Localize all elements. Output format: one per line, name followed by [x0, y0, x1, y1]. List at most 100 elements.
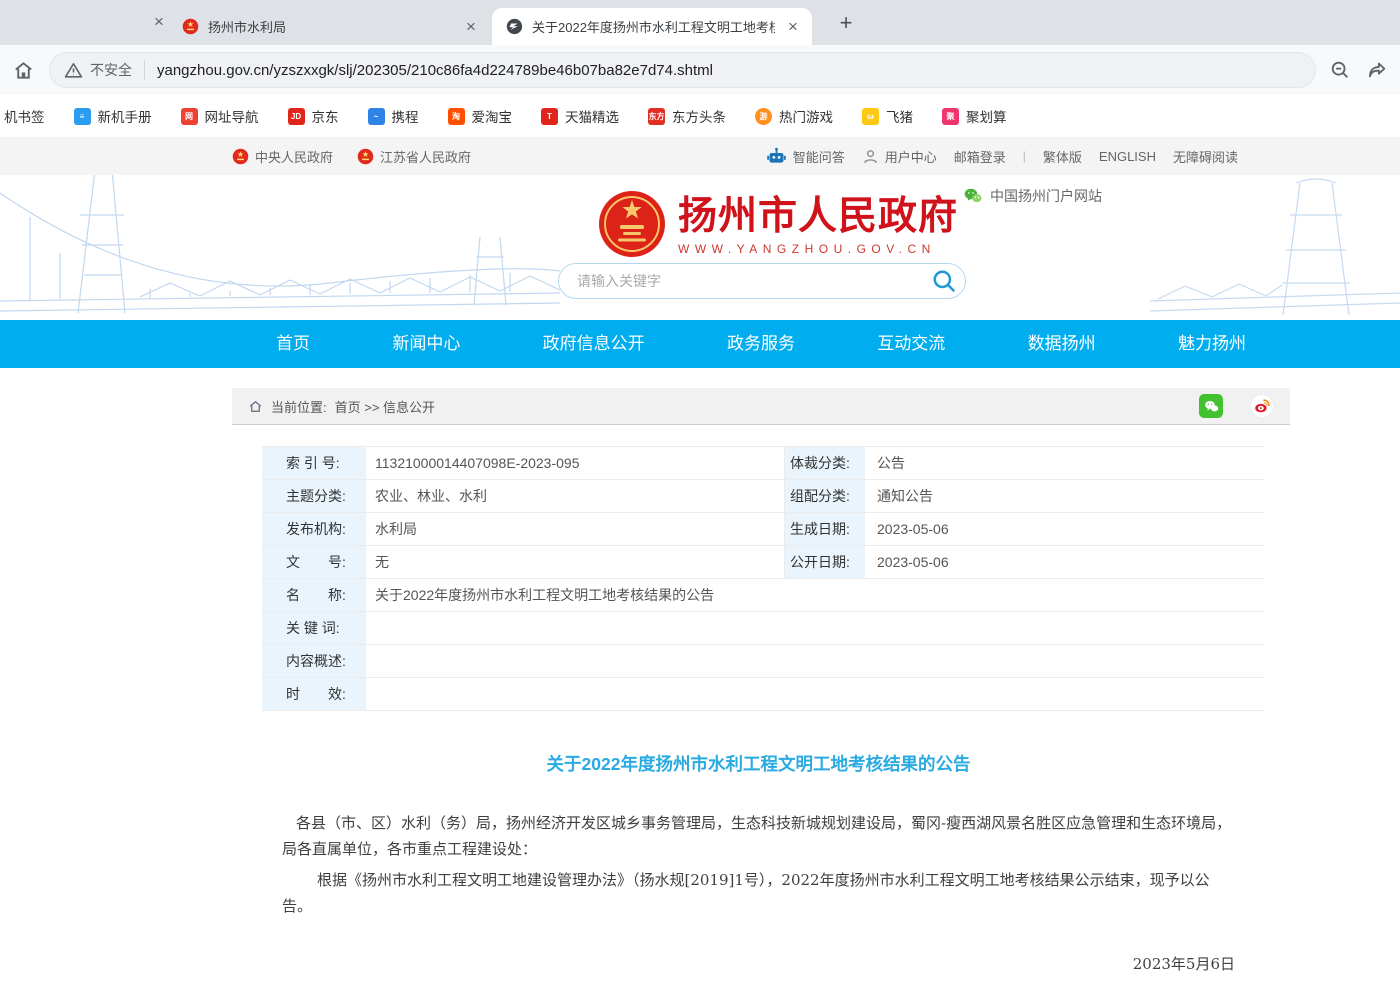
table-row: 索 引 号: 11321000014407098E-2023-095 体裁分类:… [262, 447, 1265, 480]
bookmarks-bar: 机书签 ≡ 新机手册 网 网址导航 JD 京东 ~ 携程 淘 爱淘宝 T 天猫精… [0, 95, 1400, 137]
robot-icon [766, 146, 787, 167]
tab-strip: × 扬州市水利局 × 关于2022年度扬州市水利工程文明工地考核结果的公告 × … [0, 0, 1400, 45]
breadcrumb-home-icon [248, 399, 263, 414]
table-row: 主题分类: 农业、林业、水利 组配分类: 通知公告 [262, 480, 1265, 513]
article-paragraph: 根据《扬州市水利工程文明工地建设管理办法》（扬水规[2019]1号），2022年… [282, 867, 1235, 919]
fliggy-pig-icon: ω [862, 108, 879, 125]
link-jiangsu-gov[interactable]: 江苏省人民政府 [357, 147, 471, 166]
search-bar [558, 263, 966, 299]
article-date: 2023年5月6日 [282, 953, 1235, 974]
bookmark-juhuasuan[interactable]: 聚 聚划算 [942, 106, 1007, 126]
tab-title: 关于2022年度扬州市水利工程文明工地考核结果的公告 [532, 17, 775, 36]
meta-value: 公告 [865, 447, 1265, 479]
bookmark-games[interactable]: 游 热门游戏 [755, 106, 833, 126]
link-user-center[interactable]: 用户中心 [862, 147, 937, 166]
meta-value: 水利局 [367, 513, 785, 545]
link-smart-qa[interactable]: 智能问答 [766, 146, 845, 167]
national-emblem-icon [597, 187, 667, 263]
meta-value [367, 645, 1265, 677]
new-tab-button[interactable]: + [832, 9, 860, 37]
gov-emblem-favicon [182, 18, 199, 35]
juhuasuan-icon: 聚 [942, 108, 959, 125]
breadcrumb-prefix: 当前位置: [271, 397, 327, 416]
breadcrumb-path[interactable]: 首页 >> 信息公开 [335, 397, 435, 416]
nav-item-home[interactable]: 首页 [276, 320, 310, 368]
manual-icon: ≡ [74, 108, 91, 125]
security-label: 不安全 [90, 60, 132, 80]
nav-item-services[interactable]: 政务服务 [727, 320, 795, 368]
bookmark-taobao[interactable]: 淘 爱淘宝 [448, 106, 513, 126]
link-english[interactable]: ENGLISH [1099, 149, 1156, 164]
meta-label: 发布机构: [262, 513, 367, 545]
table-row: 时 效: [262, 678, 1265, 711]
meta-value [367, 678, 1265, 710]
nav-item-charm[interactable]: 魅力扬州 [1178, 320, 1246, 368]
share-wechat-button[interactable] [1199, 394, 1223, 418]
nav-item-interaction[interactable]: 互动交流 [877, 320, 945, 368]
tab-announcement-active[interactable]: 关于2022年度扬州市水利工程文明工地考核结果的公告 × [492, 8, 812, 45]
gov-emblem-icon [357, 148, 374, 165]
gov-topbar: 中央人民政府 江苏省人民政府 智能问答 用户中心 邮箱登录 | 繁体版 [0, 137, 1400, 175]
bookmark-ctrip[interactable]: ~ 携程 [368, 106, 419, 126]
tmall-icon: T [541, 108, 558, 125]
close-tab-icon[interactable]: × [784, 18, 802, 36]
portal-link[interactable]: 中国扬州门户网站 [963, 186, 1102, 206]
meta-value: 11321000014407098E-2023-095 [367, 447, 785, 479]
gov-emblem-icon [232, 148, 249, 165]
address-bar[interactable]: 不安全 yangzhou.gov.cn/yzszxxgk/slj/202305/… [49, 52, 1316, 88]
link-mail-login[interactable]: 邮箱登录 [954, 147, 1006, 166]
close-tab-icon[interactable]: × [150, 13, 168, 31]
site-favicon [506, 18, 523, 35]
meta-value: 无 [367, 546, 785, 578]
meta-value: 通知公告 [865, 480, 1265, 512]
bookmark-manual[interactable]: ≡ 新机手册 [74, 106, 152, 126]
meta-value: 2023-05-06 [865, 546, 1265, 578]
close-tab-icon[interactable]: × [462, 18, 480, 36]
url-text[interactable]: yangzhou.gov.cn/yzszxxgk/slj/202305/210c… [157, 62, 713, 79]
meta-label: 时 效: [262, 678, 367, 710]
page-content: 当前位置: 首页 >> 信息公开 索 引 号: 1132100001440709… [232, 388, 1290, 997]
search-input[interactable] [577, 273, 931, 289]
ctrip-dolphin-icon: ~ [368, 108, 385, 125]
user-icon [862, 148, 879, 165]
meta-label: 内容概述: [262, 645, 367, 677]
meta-label: 关 键 词: [262, 612, 367, 644]
link-accessibility[interactable]: 无障碍阅读 [1173, 147, 1238, 166]
meta-value: 农业、林业、水利 [367, 480, 785, 512]
bookmark-eastday[interactable]: 东方 东方头条 [648, 106, 726, 126]
bookmark-fliggy[interactable]: ω 飞猪 [862, 106, 913, 126]
tab-title: 扬州市水利局 [208, 17, 453, 36]
meta-value: 关于2022年度扬州市水利工程文明工地考核结果的公告 [367, 579, 1265, 611]
taobao-icon: 淘 [448, 108, 465, 125]
meta-label: 文 号: [262, 546, 367, 578]
meta-label: 组配分类: [785, 480, 865, 512]
article-paragraph: 各县（市、区）水利（务）局，扬州经济开发区城乡事务管理局，生态科技新城规划建设局… [282, 810, 1235, 862]
home-icon[interactable] [12, 58, 36, 82]
meta-label: 名 称: [262, 579, 367, 611]
site-url: WWW.YANGZHOU.GOV.CN [678, 242, 958, 256]
share-icon[interactable] [1366, 58, 1390, 82]
bookmark-nav-site[interactable]: 网 网址导航 [181, 106, 259, 126]
jd-icon: JD [288, 108, 305, 125]
share-weibo-button[interactable] [1250, 394, 1274, 418]
bookmark-phone[interactable]: 机书签 [4, 106, 45, 126]
zoom-out-icon[interactable] [1329, 58, 1353, 82]
bookmark-tmall[interactable]: T 天猫精选 [541, 106, 619, 126]
portal-label: 中国扬州门户网站 [990, 186, 1102, 206]
address-divider [144, 60, 145, 80]
bookmark-jd[interactable]: JD 京东 [288, 106, 339, 126]
search-icon[interactable] [931, 268, 957, 294]
nav-item-info-disclosure[interactable]: 政府信息公开 [543, 320, 645, 368]
meta-label: 主题分类: [262, 480, 367, 512]
site-logo[interactable]: 扬州市人民政府 WWW.YANGZHOU.GOV.CN [597, 187, 958, 263]
games-icon: 游 [755, 108, 772, 125]
nav-item-data[interactable]: 数据扬州 [1028, 320, 1096, 368]
meta-label: 公开日期: [785, 546, 865, 578]
table-row: 名 称: 关于2022年度扬州市水利工程文明工地考核结果的公告 [262, 579, 1265, 612]
meta-label: 索 引 号: [262, 447, 367, 479]
nav-item-news[interactable]: 新闻中心 [392, 320, 460, 368]
link-traditional[interactable]: 繁体版 [1043, 147, 1082, 166]
link-central-gov[interactable]: 中央人民政府 [232, 147, 333, 166]
meta-label: 体裁分类: [785, 447, 865, 479]
tab-water-bureau[interactable]: 扬州市水利局 × [168, 8, 490, 45]
